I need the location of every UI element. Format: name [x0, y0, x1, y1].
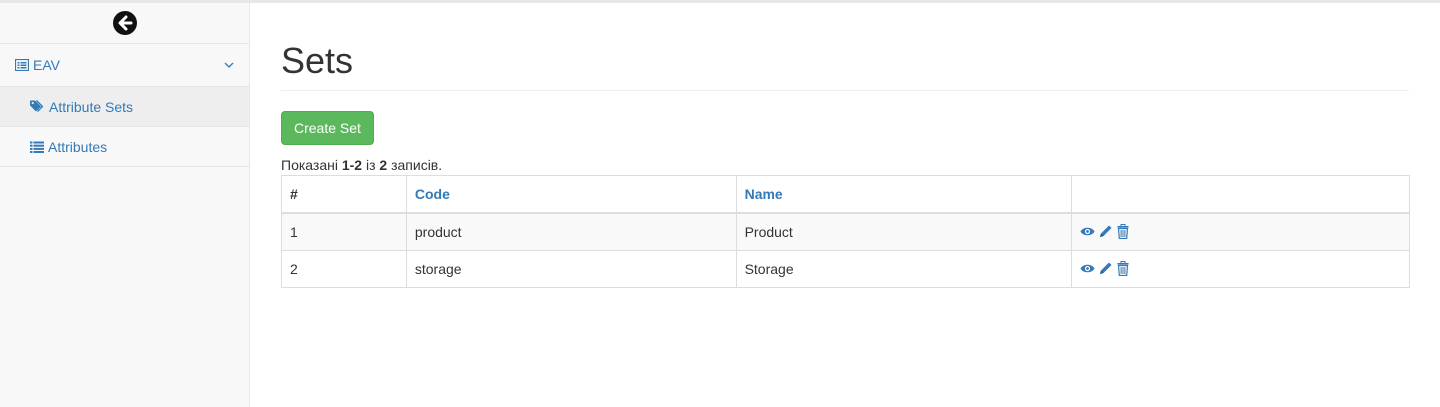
column-header-code: Code	[405, 174, 737, 214]
tags-icon	[30, 100, 45, 113]
cell-code: storage	[405, 249, 737, 288]
cell-number: 1	[281, 212, 407, 251]
sidebar-item-attribute-sets[interactable]: Attribute Sets	[0, 87, 249, 127]
list-icon	[30, 141, 44, 153]
sets-table: # Code Name 1 product Product 2 storage …	[281, 174, 1410, 288]
back-bar	[0, 3, 249, 44]
trash-icon[interactable]	[1117, 223, 1129, 239]
create-set-button[interactable]: Create Set	[281, 110, 374, 145]
summary-prefix: Показані	[281, 156, 342, 173]
pencil-icon[interactable]	[1099, 261, 1113, 275]
sidebar-group-label: EAV	[33, 57, 60, 73]
cell-actions	[1071, 249, 1410, 288]
cell-name: Storage	[735, 249, 1073, 288]
sidebar-item-label: Attributes	[48, 138, 108, 155]
summary-range: 1-2	[341, 156, 363, 173]
sidebar-item-label: Attribute Sets	[49, 98, 134, 115]
cell-name: Product	[735, 212, 1073, 251]
column-header-actions	[1071, 174, 1410, 214]
sidebar-item-attributes[interactable]: Attributes	[0, 127, 249, 167]
cell-number: 2	[281, 249, 407, 288]
main-content: Sets Create Set Показані 1-2 із 2 записі…	[281, 3, 1410, 288]
column-header-name: Name	[735, 174, 1073, 214]
table-row: 1 product Product	[281, 212, 1410, 251]
results-summary: Показані 1-2 із 2 записів.	[281, 155, 1409, 175]
eye-icon[interactable]	[1080, 263, 1095, 274]
list-alt-icon	[15, 59, 29, 71]
eye-icon[interactable]	[1080, 226, 1095, 237]
sidebar: EAV Attribute Sets Attributes	[0, 3, 250, 407]
table-header-row: # Code Name	[281, 174, 1410, 214]
sort-code-link[interactable]: Code	[415, 186, 450, 202]
pencil-icon[interactable]	[1099, 224, 1113, 238]
chevron-down-icon[interactable]	[224, 62, 234, 69]
page-title: Sets	[281, 3, 1409, 91]
table-row: 2 storage Storage	[281, 249, 1410, 288]
column-header-number: #	[281, 174, 407, 214]
summary-middle: із	[362, 156, 380, 173]
cell-actions	[1071, 212, 1410, 251]
sort-name-link[interactable]: Name	[745, 186, 783, 202]
sidebar-group-eav[interactable]: EAV	[0, 44, 249, 87]
summary-suffix: записів.	[387, 156, 443, 173]
cell-code: product	[405, 212, 737, 251]
arrow-circle-left-icon[interactable]	[112, 10, 138, 36]
trash-icon[interactable]	[1117, 260, 1129, 276]
